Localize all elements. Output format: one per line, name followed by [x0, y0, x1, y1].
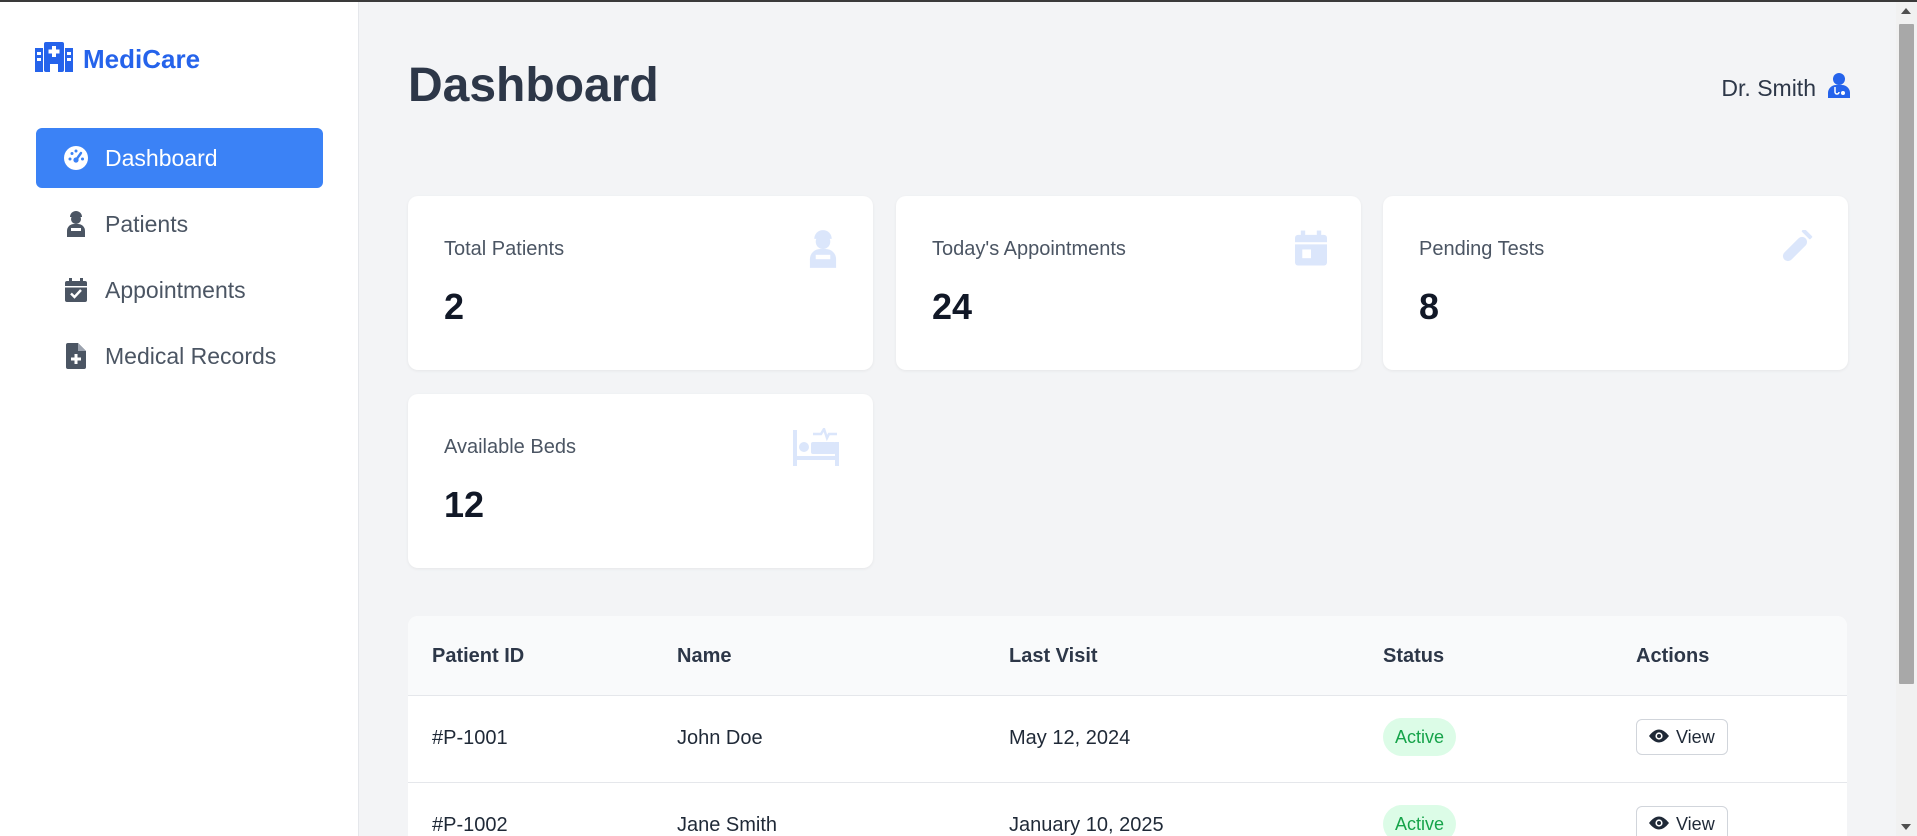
- last-visit: May 12, 2024: [1009, 727, 1131, 749]
- stat-card-pending-tests: Pending Tests 8: [1383, 196, 1848, 370]
- patient-name: Jane Smith: [677, 814, 778, 836]
- stat-value: 2: [444, 286, 465, 327]
- sidebar: MediCare Dashboard Patients Appointments…: [0, 2, 359, 836]
- column-header: Last Visit: [1009, 645, 1098, 667]
- stat-label: Pending Tests: [1419, 238, 1545, 260]
- sidebar-item-label: Appointments: [105, 276, 246, 303]
- user-name: Dr. Smith: [1721, 74, 1816, 101]
- patient-name: John Doe: [677, 727, 763, 749]
- status-badge: Active: [1383, 805, 1457, 836]
- syringe-icon: [1776, 228, 1814, 273]
- last-visit: January 10, 2025: [1009, 814, 1164, 836]
- sidebar-item-appointments[interactable]: Appointments: [36, 260, 323, 320]
- view-button-label: View: [1676, 726, 1715, 747]
- view-button[interactable]: View: [1636, 719, 1728, 755]
- column-header: Actions: [1636, 645, 1710, 667]
- sidebar-nav: Dashboard Patients Appointments Medical …: [36, 128, 323, 392]
- status-badge: Active: [1383, 718, 1457, 756]
- stat-value: 12: [444, 484, 485, 525]
- user-menu[interactable]: Dr. Smith: [1721, 72, 1850, 104]
- sidebar-item-label: Dashboard: [105, 144, 218, 171]
- column-header: Status: [1383, 645, 1445, 667]
- stat-label: Today's Appointments: [932, 238, 1126, 260]
- table-row: #P-1001 John Doe May 12, 2024 Active Vie…: [408, 696, 1847, 783]
- stat-card-available-beds: Available Beds 12: [408, 394, 873, 568]
- gauge-icon: [63, 145, 89, 171]
- calendar-icon: [1295, 230, 1327, 271]
- sidebar-item-label: Medical Records: [105, 342, 277, 369]
- page-title: Dashboard: [408, 59, 659, 112]
- stat-value: 24: [932, 286, 973, 327]
- stat-card-total-patients: Total Patients 2: [408, 196, 873, 370]
- column-header: Patient ID: [432, 645, 525, 667]
- hospital-icon: [35, 42, 73, 77]
- calendar-check-icon: [63, 277, 89, 303]
- stat-value: 8: [1419, 286, 1440, 327]
- eye-icon: [1649, 727, 1669, 748]
- bed-icon: [793, 426, 839, 471]
- sidebar-item-label: Patients: [105, 210, 189, 237]
- eye-icon: [1649, 814, 1669, 835]
- sidebar-item-patients[interactable]: Patients: [36, 194, 323, 254]
- user-injured-icon: [807, 230, 839, 273]
- patient-id: #P-1002: [432, 814, 508, 836]
- file-medical-icon: [63, 343, 89, 369]
- patients-table: Patient ID Name Last Visit Status Action…: [408, 616, 1847, 836]
- patient-id: #P-1001: [432, 727, 508, 749]
- stat-label: Total Patients: [444, 238, 565, 260]
- view-button-label: View: [1676, 813, 1715, 834]
- table-row: #P-1002 Jane Smith January 10, 2025 Acti…: [408, 783, 1847, 836]
- sidebar-item-medical-records[interactable]: Medical Records: [36, 326, 323, 386]
- scrollbar-thumb[interactable]: [1899, 24, 1914, 684]
- user-doctor-icon: [1828, 72, 1850, 104]
- user-injured-icon: [63, 211, 89, 237]
- stat-card-todays-appointments: Today's Appointments 24: [896, 196, 1361, 370]
- stat-label: Available Beds: [444, 436, 576, 458]
- vertical-scrollbar[interactable]: [1896, 2, 1917, 836]
- sidebar-item-dashboard[interactable]: Dashboard: [36, 128, 323, 188]
- brand[interactable]: MediCare: [35, 42, 200, 77]
- main-content: Dashboard Dr. Smith Total Patients 2 Tod…: [360, 2, 1896, 836]
- view-button[interactable]: View: [1636, 806, 1728, 836]
- brand-name: MediCare: [83, 44, 201, 74]
- table-header: Patient ID Name Last Visit Status Action…: [408, 616, 1847, 696]
- scroll-up-arrow-icon[interactable]: [1901, 8, 1911, 14]
- column-header: Name: [677, 645, 732, 667]
- scroll-down-arrow-icon[interactable]: [1901, 824, 1911, 830]
